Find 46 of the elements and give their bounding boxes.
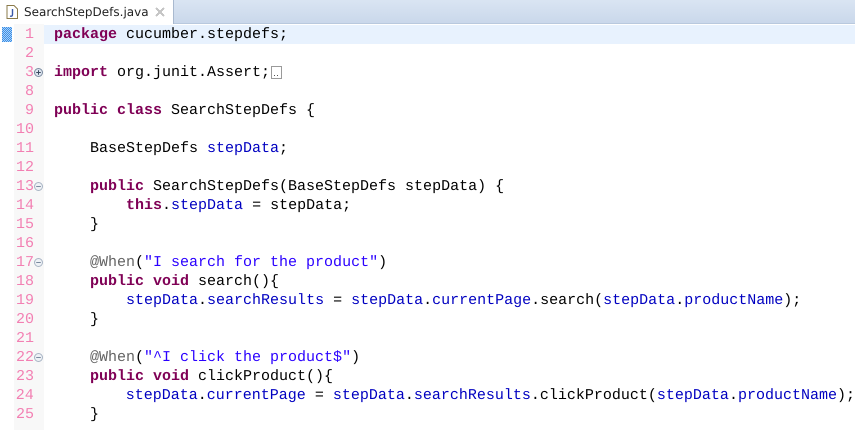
editor-tab[interactable]: SearchStepDefs.java <box>0 0 174 24</box>
line-number: 10 <box>14 120 34 139</box>
expand-icon[interactable] <box>34 68 43 77</box>
folded-code-icon[interactable] <box>271 66 282 79</box>
code-line: stepData.currentPage = stepData.searchResults.clickProduct(stepData.productName); <box>124 386 855 405</box>
line-number: 3 <box>24 63 34 82</box>
line-number: 21 <box>14 329 34 348</box>
line-number: 24 <box>14 386 34 405</box>
code-line: } <box>89 405 100 424</box>
code-line: @When("^I click the product$") <box>89 348 360 367</box>
marker-icon <box>2 27 12 42</box>
code-line: @When("I search for the product") <box>89 253 388 272</box>
line-number: 15 <box>14 215 34 234</box>
line-number: 20 <box>14 310 34 329</box>
line-number: 18 <box>14 272 34 291</box>
line-number: 16 <box>14 234 34 253</box>
collapse-icon[interactable] <box>34 182 43 191</box>
code-line: public void search(){ <box>89 272 280 291</box>
line-number: 23 <box>14 367 34 386</box>
line-number: 19 <box>14 291 34 310</box>
code-line: package cucumber.stepdefs; <box>54 25 288 44</box>
code-line: public class SearchStepDefs { <box>54 101 316 120</box>
line-number: 1 <box>24 25 34 44</box>
line-number: 2 <box>24 44 34 63</box>
line-number: 17 <box>14 253 34 272</box>
code-line: } <box>89 310 100 329</box>
code-line: } <box>89 215 100 234</box>
line-number: 9 <box>24 101 34 120</box>
code-line: stepData.searchResults = stepData.currentPage.search(stepData.productName); <box>125 291 802 310</box>
line-number: 8 <box>24 82 34 101</box>
code-line: import org.junit.Assert; <box>54 63 270 82</box>
line-number: 22 <box>14 348 34 367</box>
code-line: this.stepData = stepData; <box>125 196 352 215</box>
line-number: 25 <box>14 405 34 424</box>
line-number: 13 <box>14 177 34 196</box>
code-line: public void clickProduct(){ <box>89 367 334 386</box>
tab-title: SearchStepDefs.java <box>24 5 149 19</box>
collapse-icon[interactable] <box>34 258 43 267</box>
code-line: BaseStepDefs stepData; <box>89 139 288 158</box>
line-number: 12 <box>14 158 34 177</box>
code-line: public SearchStepDefs(BaseStepDefs stepData) { <box>89 177 504 196</box>
java-file-icon <box>6 5 18 19</box>
line-number: 11 <box>14 139 34 158</box>
close-icon[interactable] <box>154 7 165 17</box>
line-number: 14 <box>14 196 34 215</box>
collapse-icon[interactable] <box>34 353 43 362</box>
